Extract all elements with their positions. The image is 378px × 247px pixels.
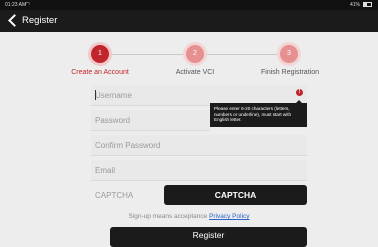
agreement-label: Sign-up means acceptance <box>128 213 208 220</box>
wifi-icon: ◠ <box>25 2 31 8</box>
password-input[interactable] <box>91 110 210 131</box>
text-cursor <box>95 90 96 100</box>
agreement-text: Sign-up means acceptance Privacy Policy <box>0 213 378 220</box>
step-3-circle: 3 <box>280 45 298 63</box>
step-2-label: Activate VCI <box>175 69 215 76</box>
captcha-button[interactable]: CAPTCHA <box>164 185 307 205</box>
confirm-password-input[interactable] <box>91 135 307 156</box>
confirm-password-field[interactable] <box>91 135 307 156</box>
email-input[interactable] <box>91 160 307 181</box>
nav-bar: Register <box>0 10 378 32</box>
back-arrow-icon[interactable] <box>8 14 21 27</box>
username-error-tooltip: Please enter 6-20 characters (letters, n… <box>210 100 307 127</box>
step-1-label: Create an Account <box>71 69 129 76</box>
privacy-policy-link[interactable]: Privacy Policy <box>209 213 249 220</box>
step-connector <box>204 54 280 55</box>
status-time: 01:23 AM <box>5 2 27 8</box>
battery-icon <box>363 2 372 7</box>
captcha-label[interactable]: CAPTCHA <box>95 191 133 200</box>
battery-percent: 41% <box>349 2 360 8</box>
password-field[interactable] <box>91 110 210 131</box>
step-3-label: Finish Registration <box>261 69 319 76</box>
email-field[interactable] <box>91 160 307 181</box>
step-1-circle: 1 <box>91 45 109 63</box>
status-bar: 01:23 AM ◠ 41% <box>0 0 378 10</box>
step-connector <box>110 54 186 55</box>
step-2-circle: 2 <box>186 45 204 63</box>
error-icon[interactable]: ! <box>296 89 303 96</box>
page-title: Register <box>22 15 58 26</box>
register-button[interactable]: Register <box>110 227 307 247</box>
